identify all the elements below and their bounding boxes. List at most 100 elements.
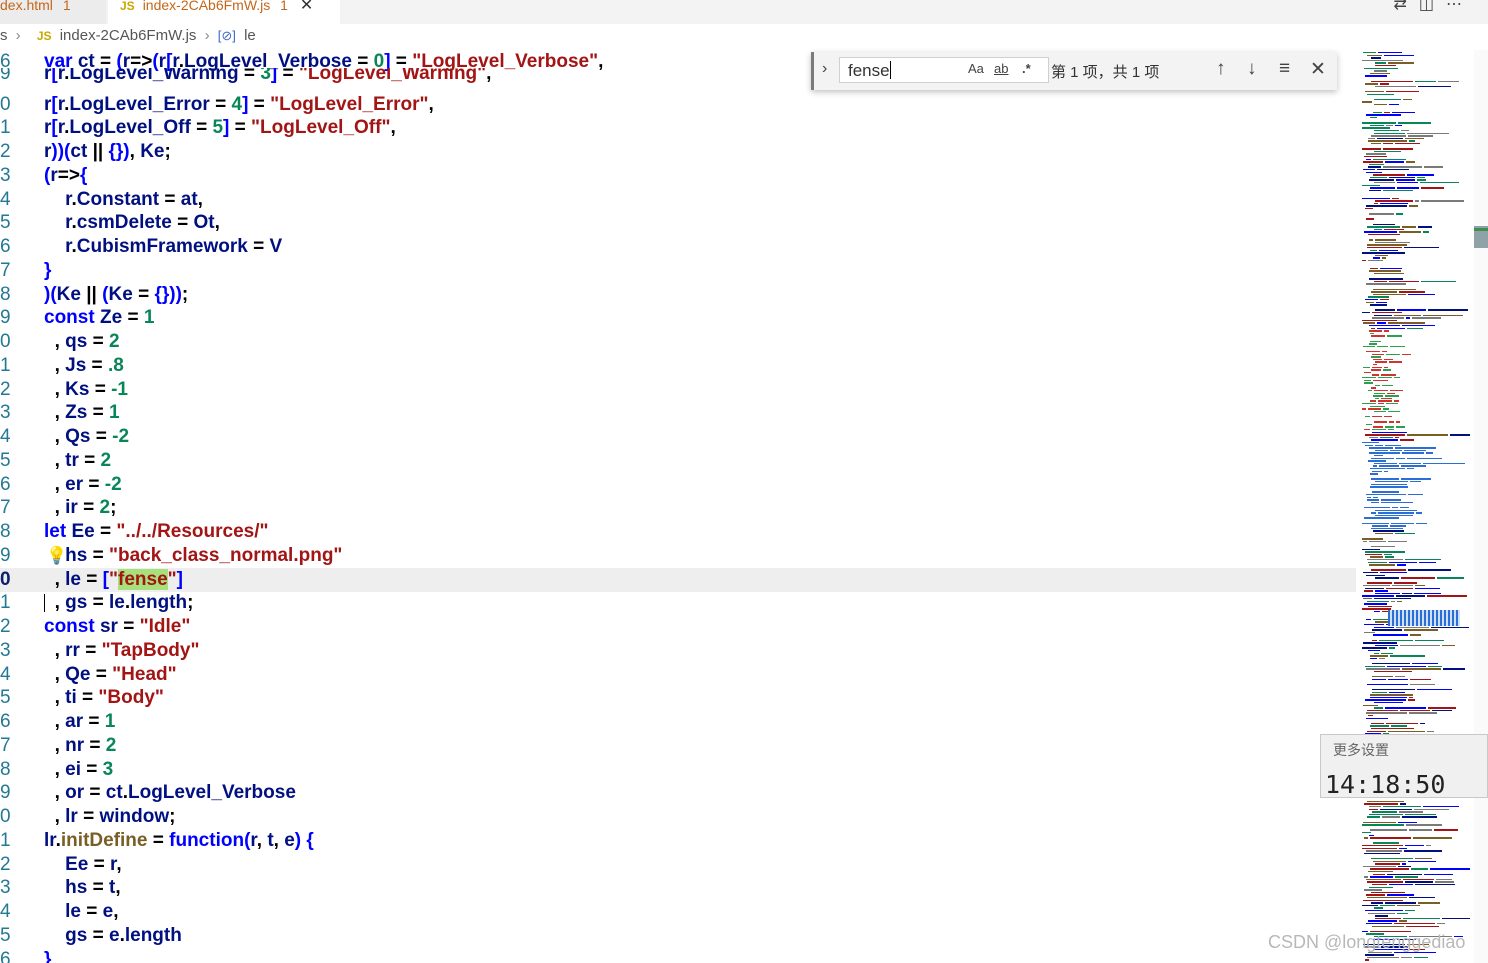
code-line: 3 , rr = "TapBody" xyxy=(0,639,1356,663)
minimap-line xyxy=(1367,816,1380,818)
minimap-line xyxy=(1389,280,1419,283)
minimap-line xyxy=(1450,434,1470,436)
minimap-line xyxy=(1374,132,1405,134)
minimap-line xyxy=(1366,712,1407,714)
minimap-line xyxy=(1394,314,1421,316)
minimap-line xyxy=(1362,595,1394,597)
minimap[interactable] xyxy=(1358,50,1474,963)
minimap-line xyxy=(1365,434,1405,436)
chevron-right-icon: › xyxy=(204,27,210,44)
minimap-line xyxy=(1372,429,1386,431)
minimap-line xyxy=(1404,247,1439,249)
more-actions-icon[interactable]: ⋯ xyxy=(1446,0,1474,13)
minimap-line xyxy=(1419,561,1436,563)
minimap-line xyxy=(1377,169,1409,171)
minimap-line xyxy=(1398,122,1431,124)
minimap-line xyxy=(1370,72,1390,75)
minimap-line xyxy=(1363,322,1375,324)
minimap-line xyxy=(1414,592,1441,595)
minimap-line xyxy=(1372,525,1388,527)
minimap-line xyxy=(1369,278,1403,280)
minimap-line xyxy=(1414,808,1449,810)
code-text: , Qe = "Head" xyxy=(54,664,177,685)
minimap-line xyxy=(1371,291,1397,293)
minimap-line xyxy=(1365,91,1384,93)
breadcrumb-folder[interactable]: s xyxy=(0,27,8,44)
code-text: , gs = le.length; xyxy=(54,592,194,613)
whole-word-icon[interactable]: ab xyxy=(994,61,1008,76)
minimap-line xyxy=(1373,158,1406,160)
minimap-line xyxy=(1423,231,1429,233)
code-text: , Zs = 1 xyxy=(54,402,120,423)
minimap-line xyxy=(1401,130,1409,132)
split-editor-icon[interactable]: ◫ xyxy=(1419,0,1446,13)
code-line: 8)(Ke || (Ke = {})); xyxy=(0,283,1356,307)
minimap-line xyxy=(1376,301,1387,303)
minimap-line xyxy=(1370,725,1389,727)
minimap-line xyxy=(1375,397,1379,400)
minimap-line xyxy=(1406,925,1439,927)
minimap-line xyxy=(1414,956,1428,959)
minimap-line xyxy=(1391,725,1407,727)
previous-match-icon[interactable]: ↑ xyxy=(1216,58,1226,80)
minimap-line xyxy=(1384,330,1389,332)
minimap-line xyxy=(1415,639,1444,641)
code-line: 0 r[r.LogLevel_Error = 4] = "LogLevel_Err… xyxy=(0,93,1356,117)
breadcrumb-symbol[interactable]: le xyxy=(244,27,256,44)
regex-icon[interactable]: .* xyxy=(1022,61,1031,76)
minimap-line xyxy=(1386,124,1393,127)
minimap-line xyxy=(1409,897,1435,899)
find-in-selection-icon[interactable]: ≡ xyxy=(1279,58,1290,80)
code-line: 9 const Ze = 1 xyxy=(0,306,1356,330)
minimap-line xyxy=(1372,366,1382,368)
close-icon[interactable]: ✕ xyxy=(300,0,313,14)
close-icon[interactable]: ✕ xyxy=(1310,58,1326,81)
code-editor[interactable]: 6 var ct = (r=>(r[r.LogLevel_Verbose = 0]… xyxy=(0,50,1356,963)
minimap-line xyxy=(1404,629,1438,631)
minimap-line xyxy=(1374,462,1397,465)
minimap-line xyxy=(1365,954,1394,956)
minimap-line xyxy=(1408,699,1415,701)
minimap-line xyxy=(1371,728,1414,730)
minimap-line xyxy=(1385,444,1401,446)
minimap-line xyxy=(1369,189,1381,192)
vertical-scrollbar[interactable] xyxy=(1474,50,1488,963)
minimap-line xyxy=(1384,111,1390,114)
tab-index-html[interactable]: dex.html 1 xyxy=(0,0,106,24)
tab-index-js[interactable]: JS index-2CAb6FmW.js 1 ✕ xyxy=(108,0,340,24)
compare-icon[interactable]: ⇄ xyxy=(1393,0,1418,13)
minimap-line xyxy=(1395,533,1415,535)
minimap-line xyxy=(1373,395,1383,397)
minimap-line xyxy=(1427,730,1434,732)
code-line: 9 , or = ct.LogLevel_Verbose xyxy=(0,781,1356,805)
breadcrumb-file[interactable]: index-2CAb6FmW.js xyxy=(60,27,197,44)
code-line: 6 , ar = 1 xyxy=(0,710,1356,734)
minimap-line xyxy=(1372,317,1404,319)
minimap-line xyxy=(1366,218,1374,220)
minimap-line xyxy=(1372,416,1382,418)
minimap-line xyxy=(1373,364,1377,366)
more-settings-link[interactable]: 更多设置 xyxy=(1333,740,1389,760)
minimap-line xyxy=(1401,577,1435,579)
minimap-line xyxy=(1375,533,1393,535)
chevron-right-icon: › xyxy=(15,27,21,44)
minimap-line xyxy=(1372,431,1407,433)
minimap-line xyxy=(1372,811,1397,813)
lightbulb-icon[interactable]: 💡 xyxy=(46,544,67,568)
minimap-line xyxy=(1388,730,1425,732)
minimap-line xyxy=(1375,254,1388,257)
minimap-line xyxy=(1373,496,1378,498)
next-match-icon[interactable]: ↓ xyxy=(1247,58,1257,80)
minimap-line xyxy=(1364,624,1384,626)
line-number: 1 xyxy=(0,830,11,851)
minimap-line xyxy=(1423,806,1459,808)
minimap-line xyxy=(1383,806,1421,808)
code-text: r[r.LogLevel_Off = 5] = "LogLevel_Off", xyxy=(44,117,396,138)
minimap-line xyxy=(1373,257,1380,259)
toggle-replace-chevron-icon[interactable]: › xyxy=(822,60,827,78)
minimap-line xyxy=(1371,478,1399,480)
find-input[interactable]: fense xyxy=(839,57,1049,83)
match-case-icon[interactable]: Aa xyxy=(968,61,984,76)
minimap-line xyxy=(1372,925,1404,927)
minimap-line xyxy=(1362,403,1376,405)
